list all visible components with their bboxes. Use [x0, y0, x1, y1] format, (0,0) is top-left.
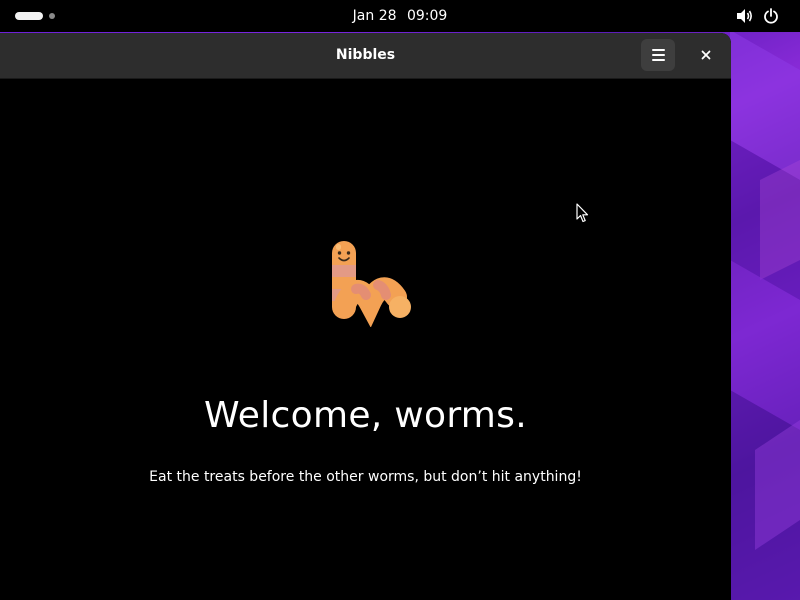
system-tray[interactable]	[736, 6, 786, 26]
workspace-indicator-dot	[49, 13, 55, 19]
header-bar[interactable]: Nibbles	[0, 33, 731, 79]
welcome-screen: Welcome, worms. Eat the treats before th…	[0, 79, 731, 600]
welcome-subtitle: Eat the treats before the other worms, b…	[149, 469, 582, 485]
hamburger-menu-icon-bar	[652, 54, 665, 56]
top-bar: Jan 28 09:09	[0, 0, 800, 32]
welcome-heading: Welcome, worms.	[204, 395, 527, 436]
close-icon	[701, 50, 711, 60]
power-icon[interactable]	[763, 8, 779, 24]
mouse-pointer-icon	[576, 203, 589, 223]
nibbles-window: Nibbles Welcome, worms. Eat the treats b…	[0, 33, 731, 600]
activities-button[interactable]	[14, 10, 64, 22]
window-title: Nibbles	[335, 47, 396, 63]
clock-date: Jan 28	[352, 8, 397, 24]
hamburger-menu-icon	[652, 49, 665, 51]
workspace-indicator-active	[15, 12, 43, 20]
main-menu-button[interactable]	[641, 39, 675, 71]
hamburger-menu-icon-bar	[652, 59, 665, 61]
desktop: Jan 28 09:09 Nibbles Welcome, worms. Eat…	[0, 0, 800, 600]
volume-icon[interactable]	[736, 8, 754, 24]
clock-time: 09:09	[406, 8, 448, 24]
close-button[interactable]	[694, 43, 718, 67]
worm-logo-icon	[332, 241, 411, 327]
clock[interactable]: Jan 28 09:09	[340, 0, 460, 32]
